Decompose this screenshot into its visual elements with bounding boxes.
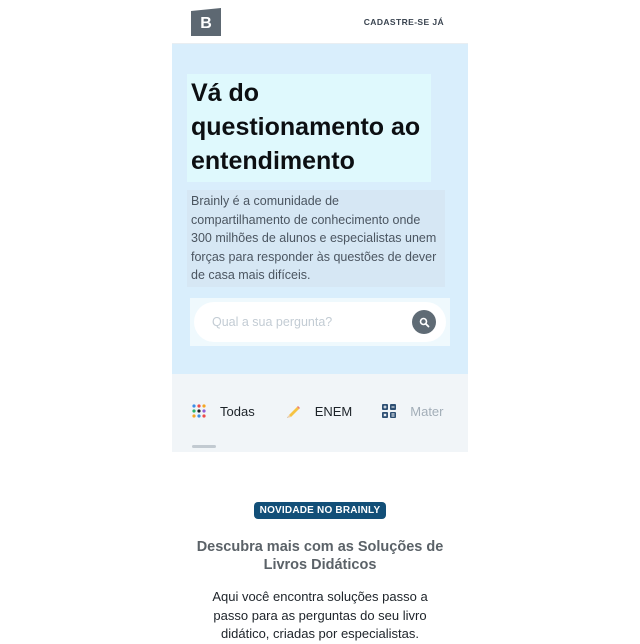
category-enem[interactable]: ENEM (285, 403, 353, 419)
scroll-indicator[interactable] (192, 445, 216, 448)
squares-icon (382, 404, 397, 418)
search-input[interactable] (212, 315, 412, 329)
search-bar (194, 302, 446, 342)
logo-letter: B (200, 15, 212, 32)
search-container (190, 298, 450, 346)
signup-link[interactable]: CADASTRE-SE JÁ (364, 17, 444, 27)
hero-headline: Vá do questionamento ao entendimento (187, 74, 431, 182)
search-button[interactable] (412, 310, 436, 334)
grid-dots-icon (192, 404, 206, 418)
promo-title: Descubra mais com as Soluções de Livros … (196, 539, 444, 573)
category-label: Mater (410, 403, 444, 419)
category-label: Todas (220, 403, 255, 419)
brainly-logo[interactable]: B (191, 7, 221, 36)
promo-description: Aqui você encontra soluções passo a pass… (212, 589, 428, 641)
category-bar: Todas ENEM Mater (172, 374, 468, 452)
category-matematica[interactable]: Mater (382, 403, 444, 419)
hero-description: Brainly é a comunidade de compartilhamen… (187, 190, 445, 287)
promo-section: NOVIDADE NO BRAINLY Descubra mais com as… (0, 500, 640, 644)
pencil-icon (286, 406, 300, 418)
category-todas[interactable]: Todas (192, 403, 255, 419)
novelty-badge: NOVIDADE NO BRAINLY (253, 502, 387, 519)
category-label: ENEM (314, 403, 353, 419)
category-list: Todas ENEM Mater (192, 403, 468, 419)
hero-section: Vá do questionamento ao entendimento Bra… (172, 44, 468, 374)
top-bar: B CADASTRE-SE JÁ (172, 0, 468, 44)
mobile-viewport: B CADASTRE-SE JÁ Vá do questionamento ao… (172, 0, 468, 452)
search-icon (419, 317, 429, 327)
